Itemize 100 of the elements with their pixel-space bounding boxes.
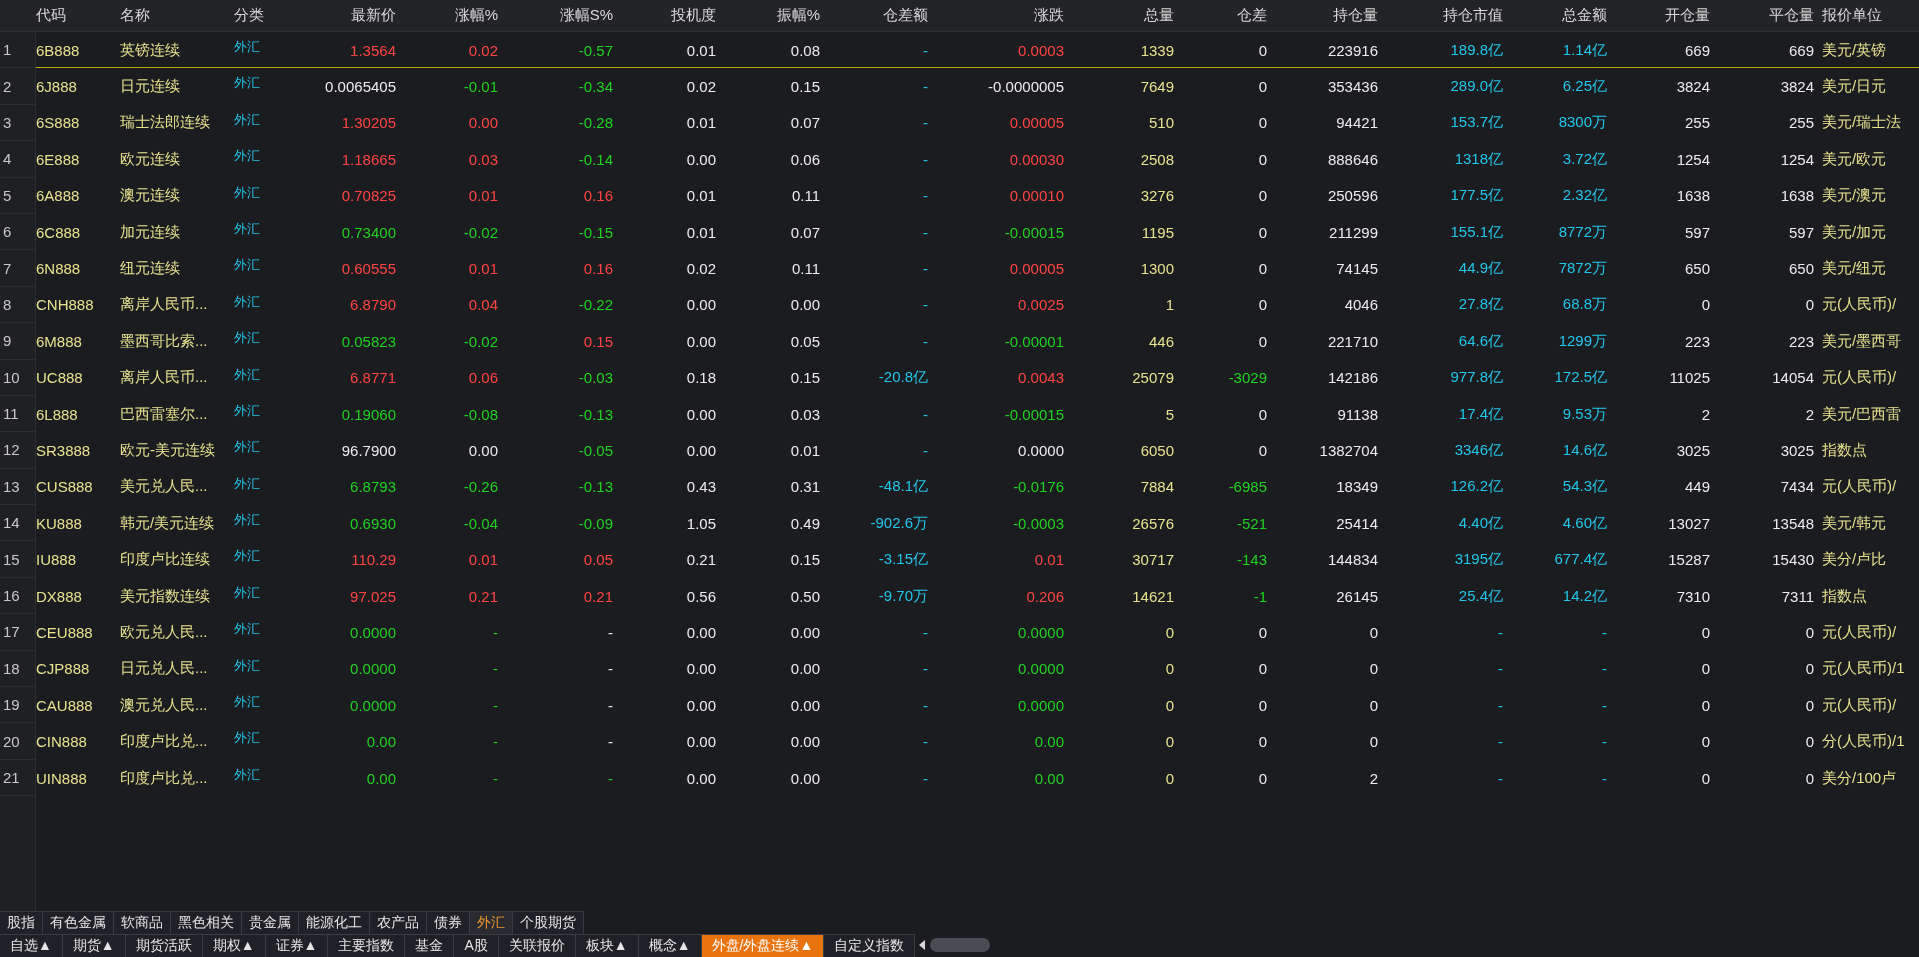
table-row[interactable]: 16 DX888 美元指数连续 外汇 97.025 0.21 0.21 0.56 0.50 -9.70万 0.206 14621 -1 26145 25.4亿 14.2亿 7310 7311 指数点 [0, 577, 1919, 615]
table-cell-text: 8772万 [1557, 221, 1607, 242]
table-cell-text: - [492, 622, 498, 643]
column-header[interactable]: 持仓市值 [1378, 0, 1503, 31]
table-row[interactable]: 15 IU888 印度卢比连续 外汇 110.29 0.01 0.05 0.21 0.15 -3.15亿 0.01 30717 -143 144834 3195亿 677.4亿 15287 15430 美分/卢比 [0, 541, 1919, 578]
table-cell-text: -0.34 [577, 77, 613, 98]
table-row[interactable]: 10 UC888 离岸人民币... 外汇 6.8771 0.06 -0.03 0.18 0.15 -20.8亿 0.0043 25079 -3029 142186 977.8亿 172.5亿 11025 14054 元(人民币)/ [0, 359, 1919, 396]
column-header[interactable]: 投机度 [613, 0, 716, 31]
tab[interactable]: 软商品 [114, 911, 171, 934]
column-header[interactable]: 振幅% [716, 0, 820, 31]
table-row[interactable]: 14 KU888 韩元/美元连续 外汇 0.6930 -0.04 -0.09 1.05 0.49 -902.6万 -0.0003 26576 -521 25414 4.40亿 4.60亿 13027 13548 美元/韩元 [0, 505, 1919, 542]
table-row[interactable]: 11 6L888 巴西雷塞尔... 外汇 0.19060 -0.08 -0.13 0.00 0.03 - -0.00015 5 0 91138 17.4亿 9.53万 2 2 美元/巴西雷 [0, 395, 1919, 433]
table-cell-text: 0.60555 [340, 259, 396, 280]
table-cell-text: 0.56 [685, 586, 716, 607]
table-row[interactable]: 9 6M888 墨西哥比索... 外汇 0.05823 -0.02 0.15 0.00 0.05 - -0.00001 446 0 221710 64.6亿 1299万 223 223 美元/墨西哥 [0, 323, 1919, 360]
column-header[interactable]: 分类 [234, 0, 294, 31]
tab[interactable]: 自选▲ [0, 934, 63, 957]
tab[interactable]: 期货▲ [62, 934, 126, 957]
column-header[interactable]: 报价单位 [1814, 0, 1919, 31]
table-cell-text: 0.05 [789, 331, 820, 352]
column-header[interactable]: 仓差 [1174, 0, 1267, 31]
table-row[interactable]: 17 CEU888 欧元兑人民... 外汇 0.0000 - - 0.00 0.00 - 0.0000 0 0 0 - - 0 0 元(人民币)/ [0, 614, 1919, 651]
table-row[interactable]: 5 6A888 澳元连续 外汇 0.70825 0.01 0.16 0.01 0.11 - 0.00010 3276 0 250596 177.5亿 2.32亿 1638 1638 美元/澳元 [0, 177, 1919, 214]
table-row[interactable]: 4 6E888 欧元连续 外汇 1.18665 0.03 -0.14 0.00 0.06 - 0.00030 2508 0 888646 1318亿 3.72亿 1254 1254 美元/欧元 [0, 141, 1919, 178]
table-row[interactable]: 3 6S888 瑞士法郎连续 外汇 1.30205 0.00 -0.28 0.01 0.07 - 0.00005 510 0 94421 153.7亿 8300万 255 255 美元/瑞士法 [0, 104, 1919, 142]
table-cell-text: 外汇 [234, 693, 261, 712]
table-cell-text: 0.11 [790, 259, 820, 280]
column-header[interactable]: 开仓量 [1607, 0, 1710, 31]
table-cell-text: - [1497, 622, 1503, 643]
table-cell-text: 977.8亿 [1449, 367, 1503, 388]
table-cell-text: 0 [1700, 622, 1710, 643]
tab[interactable]: 期权▲ [202, 934, 266, 957]
tab[interactable]: 有色金属 [43, 911, 114, 934]
table-cell-text: 外汇 [234, 219, 261, 238]
column-header[interactable]: 总金额 [1503, 0, 1607, 31]
tab[interactable]: 期货活跃 [125, 934, 203, 957]
scrollbar-thumb[interactable] [930, 938, 991, 952]
table-cell-text: 0 [1368, 659, 1378, 680]
table-row[interactable]: 1 6B888 英镑连续 外汇 1.3564 0.02 -0.57 0.01 0.08 - 0.0003 1339 0 223916 189.8亿 1.14亿 669 669 美元/英镑 [0, 32, 1919, 69]
column-header[interactable]: 最新价 [294, 0, 396, 31]
table-cell-text: 3025 [1675, 441, 1710, 461]
table-row[interactable]: 18 CJP888 日元兑人民... 外汇 0.0000 - - 0.00 0.00 - 0.0000 0 0 0 - - 0 0 元(人民币)/1 [0, 650, 1919, 688]
table-cell-text: 0 [1164, 622, 1174, 643]
table-row[interactable]: 19 CAU888 澳元兑人民... 外汇 0.0000 - - 0.00 0.00 - 0.0000 0 0 0 - - 0 0 元(人民币)/ [0, 687, 1919, 724]
column-header[interactable]: 涨跌 [928, 0, 1064, 31]
row-number: 9 [0, 323, 36, 360]
table-cell-text: 瑞士法郎连续 [120, 112, 211, 133]
scroll-left-icon[interactable] [919, 940, 926, 950]
table-row[interactable]: 6 6C888 加元连续 外汇 0.73400 -0.02 -0.15 0.01 0.07 - -0.00015 1195 0 211299 155.1亿 8772万 597 597 美元/加元 [0, 213, 1919, 251]
tab[interactable]: 股指 [0, 911, 43, 934]
table-row[interactable]: 8 CNH888 离岸人民币... 外汇 6.8790 0.04 -0.22 0.00 0.00 - 0.0025 1 0 4046 27.8亿 68.8万 0 0 元(人民币)/ [0, 286, 1919, 324]
tab[interactable]: 主要指数 [328, 934, 406, 957]
tab[interactable]: 关联报价 [498, 934, 576, 957]
table-cell-text: 0.15 [789, 77, 820, 98]
tab[interactable]: A股 [454, 934, 499, 957]
column-header[interactable]: 仓差额 [820, 0, 928, 31]
table-row[interactable]: 7 6N888 纽元连续 外汇 0.60555 0.01 0.16 0.02 0.11 - 0.00005 1300 0 74145 44.9亿 7872万 650 650 美元/纽元 [0, 250, 1919, 287]
tab[interactable]: 证券▲ [265, 934, 329, 957]
table-cell-text: 669 [1683, 40, 1710, 61]
table-cell-text: 0 [1257, 768, 1267, 789]
table-row[interactable]: 20 CIN888 印度卢比兑... 外汇 0.00 - - 0.00 0.00 - 0.00 0 0 0 - - 0 0 分(人民币)/1 [0, 723, 1919, 760]
tab[interactable]: 基金 [405, 934, 455, 957]
column-header[interactable]: 名称 [120, 0, 234, 31]
table-cell-text: 0.00 [685, 404, 716, 425]
table-cell-text: - [922, 441, 928, 461]
table-cell-text: 分(人民币)/1 [1821, 731, 1906, 752]
tab[interactable]: 黑色相关 [171, 911, 242, 934]
table-cell-text: 74145 [1335, 259, 1378, 280]
tab[interactable]: 贵金属 [242, 911, 299, 934]
table-cell-text: - [922, 404, 928, 425]
table-cell-text: 6N888 [36, 259, 82, 280]
column-header[interactable]: 平仓量 [1710, 0, 1814, 31]
table-cell-text: 0.0003 [1017, 40, 1064, 61]
table-cell-text: 外汇 [234, 256, 261, 275]
table-row[interactable]: 2 6J888 日元连续 外汇 0.0065405 -0.01 -0.34 0.02 0.15 - -0.0000005 7649 0 353436 289.0亿 6.25亿 3824 3824 美元/日元 [0, 68, 1919, 105]
table-cell-text: - [922, 186, 928, 207]
table-cell-text: 0 [1257, 149, 1267, 170]
table-cell-text: 0.206 [1025, 586, 1064, 607]
tab[interactable]: 能源化工 [299, 911, 370, 934]
row-number: 8 [0, 286, 36, 324]
table-cell-text: 0.00 [685, 732, 716, 753]
column-header[interactable]: 总量 [1064, 0, 1174, 31]
table-row[interactable]: 12 SR3888 欧元-美元连续 外汇 96.7900 0.00 -0.05 0.00 0.01 - 0.0000 6050 0 1382704 3346亿 14.6亿 3025 3025 指数点 [0, 432, 1919, 469]
column-header[interactable]: 涨幅S% [498, 0, 613, 31]
tab[interactable]: 自定义指数 [824, 934, 916, 957]
column-header[interactable]: 代码 [36, 0, 120, 31]
table-cell-text: 3824 [1675, 77, 1710, 98]
column-header[interactable]: 持仓量 [1267, 0, 1378, 31]
tab[interactable]: 农产品 [370, 911, 427, 934]
tab[interactable]: 概念▲ [638, 934, 702, 957]
table-row[interactable]: 13 CUS888 美元兑人民... 外汇 6.8793 -0.26 -0.13 0.43 0.31 -48.1亿 -0.0176 7884 -6985 18349 126.2亿 54.3亿 449 7434 元(人民币)/ [0, 468, 1919, 506]
table-cell-text: 指数点 [1821, 440, 1868, 460]
table-cell-text: -3029 [1227, 368, 1267, 389]
tab[interactable]: 个股期货 [513, 911, 584, 934]
table-row[interactable]: 21 UIN888 印度卢比兑... 外汇 0.00 - - 0.00 0.00 - 0.00 0 0 2 - - 0 0 美分/100卢 [0, 759, 1919, 797]
column-header[interactable]: 涨幅% [396, 0, 498, 31]
tab[interactable]: 债券 [427, 911, 470, 934]
tab[interactable]: 外汇 [470, 911, 513, 934]
table-cell-text: 6C888 [36, 222, 82, 243]
tab[interactable]: 板块▲ [575, 934, 639, 957]
